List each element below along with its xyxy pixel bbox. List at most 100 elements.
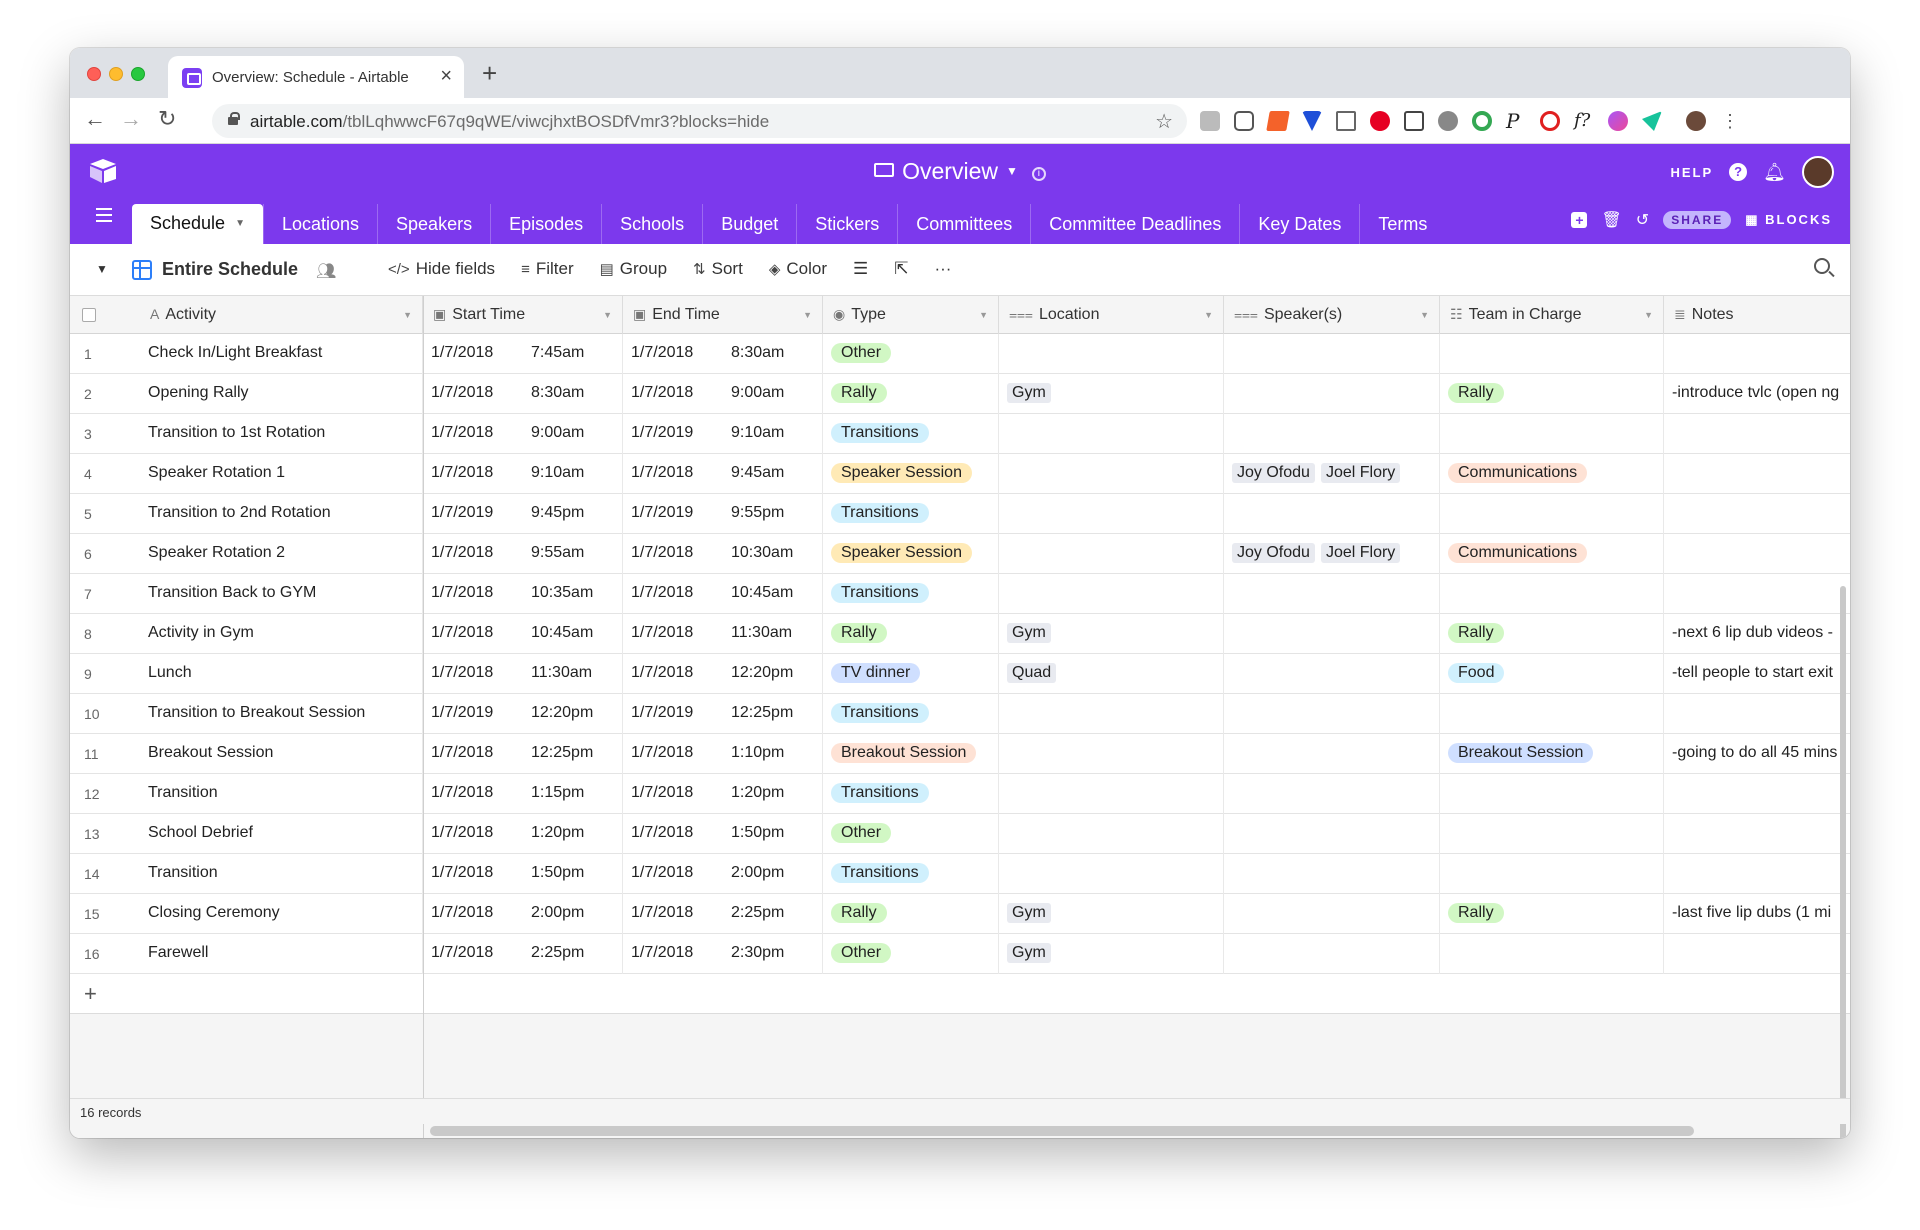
- chevron-down-icon[interactable]: ▼: [235, 218, 245, 229]
- team-cell[interactable]: [1440, 494, 1664, 534]
- end-time-cell[interactable]: 1/7/2018 11:30am: [623, 614, 823, 654]
- speakers-cell[interactable]: [1224, 774, 1440, 814]
- bell-icon[interactable]: 🔔︎: [1763, 162, 1786, 183]
- pinterest-icon[interactable]: [1370, 111, 1390, 131]
- notes-cell[interactable]: [1664, 414, 1850, 454]
- hide-fields-button[interactable]: </> Hide fields: [388, 259, 495, 279]
- trash-icon[interactable]: 🗑︎: [1601, 210, 1621, 230]
- notes-cell[interactable]: [1664, 854, 1850, 894]
- start-time-cell[interactable]: 1/7/2018 11:30am: [423, 654, 623, 694]
- location-cell[interactable]: Quad: [999, 654, 1224, 694]
- column-header-start-time[interactable]: ▣ Start Time ▼: [423, 296, 623, 334]
- end-time-cell[interactable]: 1/7/2018 8:30am: [623, 334, 823, 374]
- speakers-cell[interactable]: [1224, 574, 1440, 614]
- extension-icon[interactable]: [1302, 111, 1322, 131]
- location-cell[interactable]: [999, 534, 1224, 574]
- notes-cell[interactable]: [1664, 534, 1850, 574]
- type-cell[interactable]: Rally: [823, 894, 999, 934]
- table-row[interactable]: 1 Check In/Light Breakfast 1/7/2018 7:45am 1…: [70, 334, 1850, 374]
- start-time-cell[interactable]: 1/7/2018 9:55am: [423, 534, 623, 574]
- new-tab-button[interactable]: +: [482, 58, 497, 89]
- color-button[interactable]: ◈ Color: [769, 259, 827, 279]
- activity-cell[interactable]: Transition: [140, 854, 423, 894]
- group-button[interactable]: ▤ Group: [600, 259, 667, 279]
- activity-cell[interactable]: School Debrief: [140, 814, 423, 854]
- table-row[interactable]: 14 Transition 1/7/2018 1:50pm 1/7/2018 2:00pm…: [70, 854, 1850, 894]
- help-icon[interactable]: ?: [1729, 163, 1748, 181]
- pocket-icon[interactable]: [1234, 111, 1254, 131]
- speakers-cell[interactable]: Joy Ofodu Joel Flory: [1224, 534, 1440, 574]
- table-row[interactable]: 12 Transition 1/7/2018 1:15pm 1/7/2018 1:20pm…: [70, 774, 1850, 814]
- history-icon[interactable]: ↺: [1636, 210, 1649, 230]
- type-cell[interactable]: Other: [823, 814, 999, 854]
- activity-cell[interactable]: Transition Back to GYM: [140, 574, 423, 614]
- table-row[interactable]: 15 Closing Ceremony 1/7/2018 2:00pm 1/7/2018…: [70, 894, 1850, 934]
- back-button[interactable]: ←: [84, 106, 106, 132]
- start-time-cell[interactable]: 1/7/2018 12:25pm: [423, 734, 623, 774]
- type-cell[interactable]: Transitions: [823, 574, 999, 614]
- location-cell[interactable]: [999, 334, 1224, 374]
- search-icon[interactable]: [1814, 258, 1830, 274]
- type-cell[interactable]: Breakout Session: [823, 734, 999, 774]
- activity-cell[interactable]: Speaker Rotation 1: [140, 454, 423, 494]
- start-time-cell[interactable]: 1/7/2018 9:10am: [423, 454, 623, 494]
- start-time-cell[interactable]: 1/7/2018 7:45am: [423, 334, 623, 374]
- team-cell[interactable]: [1440, 414, 1664, 454]
- type-cell[interactable]: Other: [823, 334, 999, 374]
- view-name[interactable]: Entire Schedule: [162, 259, 298, 280]
- activity-cell[interactable]: Activity in Gym: [140, 614, 423, 654]
- extension-icon[interactable]: [1472, 111, 1492, 131]
- location-cell[interactable]: [999, 774, 1224, 814]
- table-tab-budget[interactable]: Budget: [702, 204, 796, 244]
- end-time-cell[interactable]: 1/7/2018 9:45am: [623, 454, 823, 494]
- start-time-cell[interactable]: 1/7/2018 1:15pm: [423, 774, 623, 814]
- collaborative-view-icon[interactable]: 👥︎: [316, 261, 336, 281]
- end-time-cell[interactable]: 1/7/2018 10:45am: [623, 574, 823, 614]
- speakers-cell[interactable]: [1224, 734, 1440, 774]
- vertical-scrollbar[interactable]: [1840, 586, 1846, 1138]
- start-time-cell[interactable]: 1/7/2018 9:00am: [423, 414, 623, 454]
- team-cell[interactable]: [1440, 934, 1664, 974]
- close-tab-icon[interactable]: ×: [440, 65, 452, 88]
- activity-cell[interactable]: Opening Rally: [140, 374, 423, 414]
- table-row[interactable]: 9 Lunch 1/7/2018 11:30am 1/7/2018 12:20pm TV d…: [70, 654, 1850, 694]
- forward-button[interactable]: →: [120, 106, 142, 132]
- table-row[interactable]: 13 School Debrief 1/7/2018 1:20pm 1/7/2018 1:…: [70, 814, 1850, 854]
- close-window-button[interactable]: [87, 67, 101, 81]
- location-cell[interactable]: Gym: [999, 934, 1224, 974]
- help-link[interactable]: HELP: [1670, 165, 1713, 180]
- chevron-down-icon[interactable]: ▼: [403, 310, 412, 320]
- team-cell[interactable]: [1440, 814, 1664, 854]
- notes-cell[interactable]: [1664, 934, 1850, 974]
- notes-cell[interactable]: [1664, 454, 1850, 494]
- activity-cell[interactable]: Transition to 2nd Rotation: [140, 494, 423, 534]
- location-cell[interactable]: [999, 574, 1224, 614]
- add-record-row[interactable]: +: [70, 974, 1850, 1014]
- column-header-type[interactable]: ◉ Type ▼: [823, 296, 999, 334]
- start-time-cell[interactable]: 1/7/2018 1:20pm: [423, 814, 623, 854]
- end-time-cell[interactable]: 1/7/2018 1:20pm: [623, 774, 823, 814]
- column-header-team-in-charge[interactable]: ☷ Team in Charge ▼: [1440, 296, 1664, 334]
- location-cell[interactable]: [999, 494, 1224, 534]
- chevron-down-icon[interactable]: ▼: [1420, 310, 1429, 320]
- activity-cell[interactable]: Closing Ceremony: [140, 894, 423, 934]
- end-time-cell[interactable]: 1/7/2018 12:20pm: [623, 654, 823, 694]
- minimize-window-button[interactable]: [109, 67, 123, 81]
- activity-cell[interactable]: Lunch: [140, 654, 423, 694]
- team-cell[interactable]: [1440, 694, 1664, 734]
- extension-icon[interactable]: f?: [1574, 111, 1594, 131]
- notes-cell[interactable]: [1664, 774, 1850, 814]
- start-time-cell[interactable]: 1/7/2018 8:30am: [423, 374, 623, 414]
- view-switcher-toggle-icon[interactable]: ▼: [96, 262, 108, 276]
- speakers-cell[interactable]: [1224, 414, 1440, 454]
- team-cell[interactable]: Food: [1440, 654, 1664, 694]
- notes-cell[interactable]: -going to do all 45 mins: [1664, 734, 1850, 774]
- notes-cell[interactable]: [1664, 494, 1850, 534]
- activity-cell[interactable]: Speaker Rotation 2: [140, 534, 423, 574]
- chevron-down-icon[interactable]: ▼: [1204, 310, 1213, 320]
- location-cell[interactable]: [999, 694, 1224, 734]
- speakers-cell[interactable]: [1224, 334, 1440, 374]
- start-time-cell[interactable]: 1/7/2019 9:45pm: [423, 494, 623, 534]
- browser-tab[interactable]: Overview: Schedule - Airtable ×: [168, 56, 464, 98]
- table-tab-speakers[interactable]: Speakers: [377, 204, 490, 244]
